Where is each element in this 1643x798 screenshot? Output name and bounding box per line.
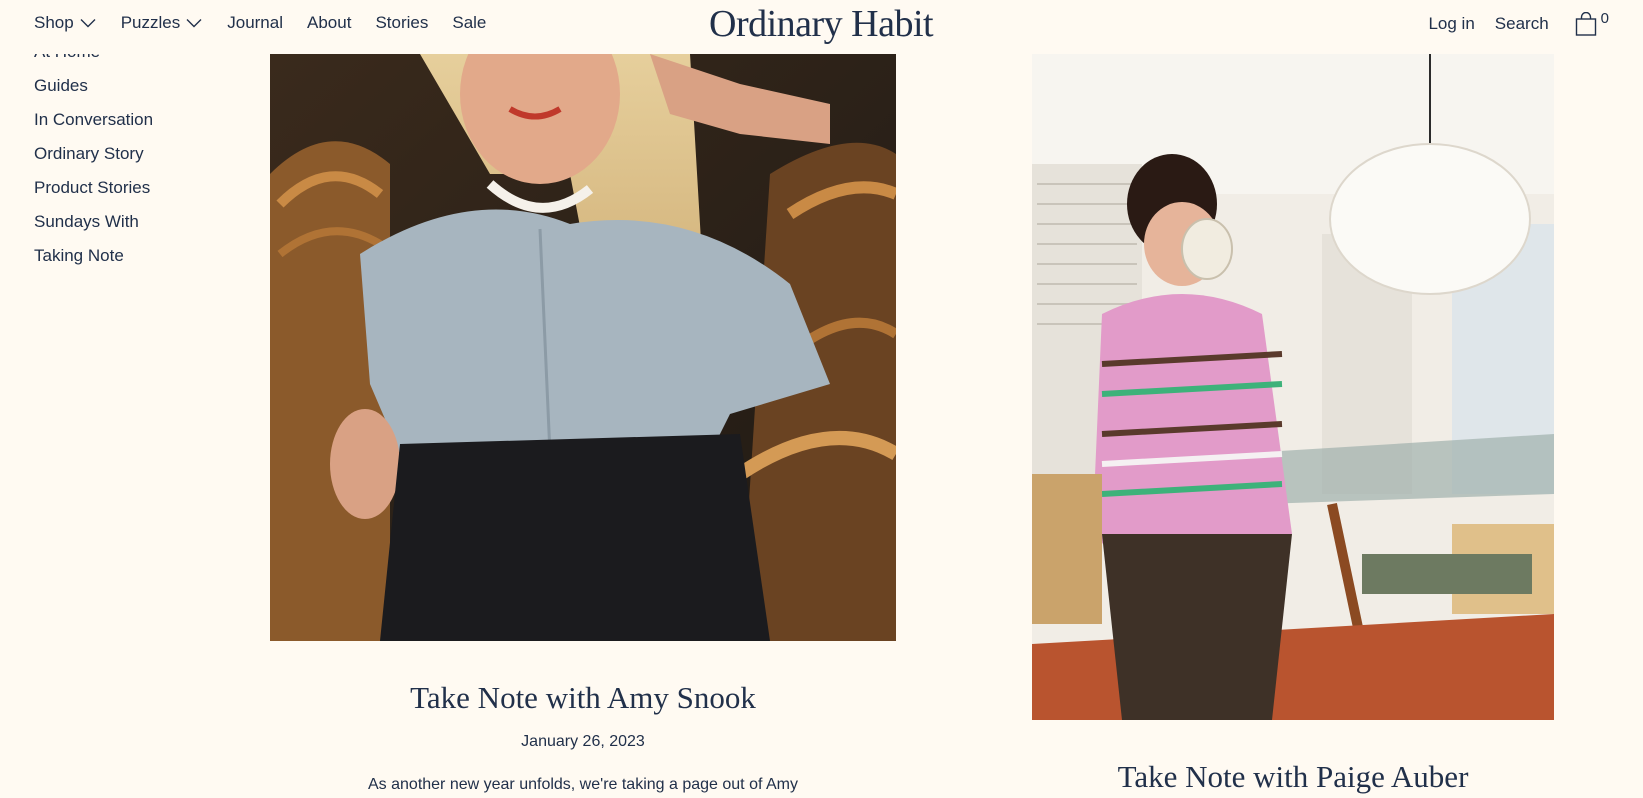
utility-nav: Log in Search 0 [1428, 10, 1609, 36]
sidebar-item-taking-note[interactable]: Taking Note [34, 244, 153, 278]
nav-stories[interactable]: Stories [375, 13, 428, 33]
portrait-illustration [1032, 54, 1554, 720]
chevron-down-icon [80, 19, 96, 28]
sidebar-item-in-conversation[interactable]: In Conversation [34, 108, 153, 142]
article-date: January 26, 2023 [521, 733, 645, 750]
nav-puzzles[interactable]: Puzzles [121, 13, 203, 33]
nav-about[interactable]: About [307, 13, 351, 33]
nav-journal[interactable]: Journal [227, 13, 283, 33]
primary-nav: Shop Puzzles Journal About Stories Sale [34, 13, 486, 33]
cart-button[interactable]: 0 [1575, 10, 1609, 36]
journal-category-sidebar: At Home Guides In Conversation Ordinary … [34, 40, 153, 278]
cart-count: 0 [1600, 10, 1609, 27]
article-image-paige-auber[interactable] [1032, 54, 1554, 720]
sidebar-item-sundays-with[interactable]: Sundays With [34, 210, 153, 244]
sidebar-item-ordinary-story[interactable]: Ordinary Story [34, 142, 153, 176]
portrait-illustration [270, 54, 896, 641]
site-logo[interactable]: Ordinary Habit [709, 2, 934, 46]
nav-sale[interactable]: Sale [452, 13, 486, 33]
site-header: Shop Puzzles Journal About Stories Sale … [0, 0, 1643, 54]
page: At Home Guides In Conversation Ordinary … [0, 0, 1643, 798]
sidebar-item-guides[interactable]: Guides [34, 74, 153, 108]
article-title-paige-auber[interactable]: Take Note with Paige Auber [1032, 759, 1554, 795]
nav-puzzles-label: Puzzles [120, 13, 181, 32]
nav-shop-label: Shop [34, 13, 74, 32]
login-link[interactable]: Log in [1428, 14, 1474, 34]
shopping-bag-icon [1575, 12, 1596, 36]
article-excerpt: As another new year unfolds, we're takin… [368, 776, 798, 793]
sidebar-item-product-stories[interactable]: Product Stories [34, 176, 153, 210]
nav-shop[interactable]: Shop [34, 13, 96, 33]
article-title-amy-snook[interactable]: Take Note with Amy Snook [270, 680, 896, 716]
article-image-amy-snook[interactable] [270, 54, 896, 641]
chevron-down-icon [186, 19, 202, 28]
search-link[interactable]: Search [1495, 14, 1549, 34]
